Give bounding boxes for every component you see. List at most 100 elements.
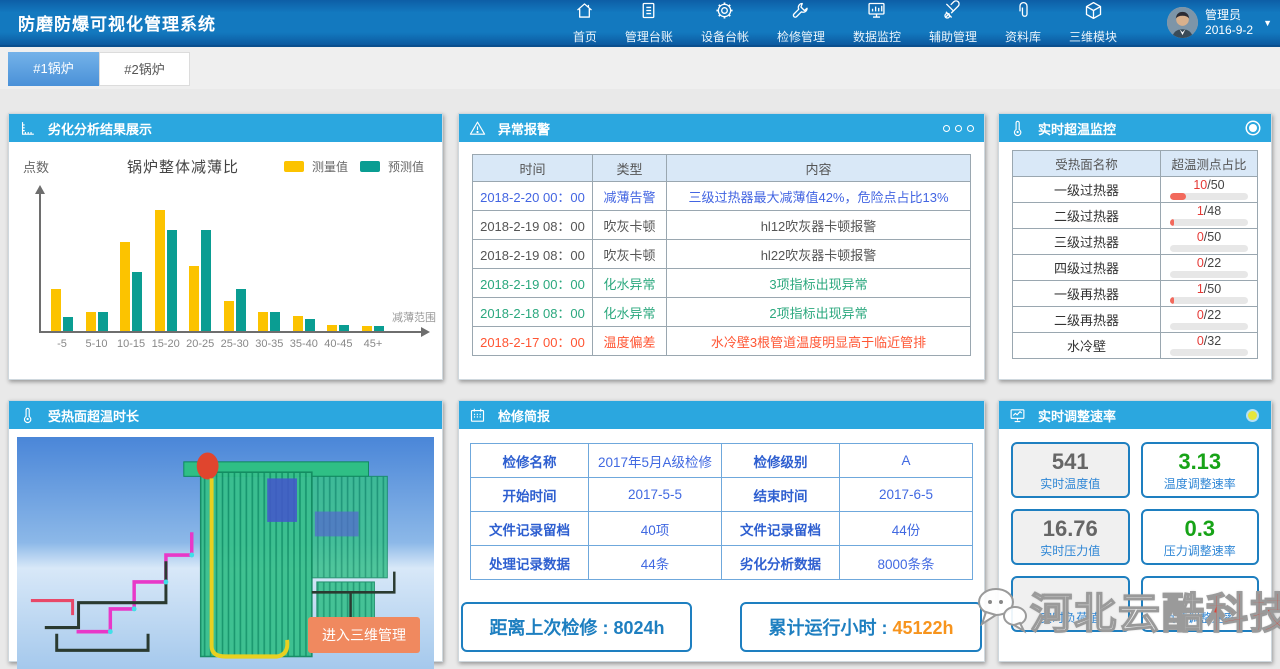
nav-item-4[interactable]: 检修管理 — [763, 0, 839, 47]
alert-triangle-icon — [469, 118, 489, 138]
more-dots-icon[interactable] — [943, 125, 974, 132]
nav-label: 设备台帐 — [701, 28, 749, 45]
ledger-icon — [638, 0, 659, 26]
card-label: 实时压力值 — [1013, 542, 1128, 559]
panel-degradation: 劣化分析结果展示 点数 锅炉整体减薄比 测量值预测值 -55-1010-1515… — [8, 113, 443, 380]
total-run-hours-button[interactable]: 累计运行小时 : 45122h — [740, 602, 981, 652]
overtemp-row[interactable]: 水冷壁0/32 — [1013, 333, 1258, 359]
bar — [236, 289, 246, 331]
home-icon — [574, 0, 595, 26]
bar-group-5-10: 5-10 — [86, 312, 108, 331]
bar-group--5: -5 — [51, 289, 73, 331]
chevron-down-icon[interactable]: ▼ — [1263, 18, 1272, 28]
overtemp-ratio: 0/22 — [1161, 307, 1258, 333]
bar — [339, 325, 349, 331]
dashboard: 劣化分析结果展示 点数 锅炉整体减薄比 测量值预测值 -55-1010-1515… — [0, 89, 1280, 662]
bar — [293, 316, 303, 331]
nav-item-5[interactable]: 数据监控 — [839, 0, 915, 47]
nav-item-7[interactable]: 资料库 — [991, 0, 1055, 47]
adjust-card-2[interactable]: 3.13温度调整速率 — [1141, 442, 1260, 498]
alarm-cell: 吹灰卡顿 — [593, 211, 667, 240]
card-value: 541 — [1013, 449, 1128, 475]
alarm-row[interactable]: 2018-2-19 00：00化水异常3项指标出现异常 — [473, 269, 971, 298]
x-axis — [39, 331, 422, 333]
thermometer-icon — [19, 405, 39, 425]
x-tick-label: 30-35 — [255, 338, 283, 350]
wrench-icon — [790, 0, 811, 26]
maintenance-value: 40项 — [589, 512, 722, 546]
overtemp-row[interactable]: 二级再热器0/22 — [1013, 307, 1258, 333]
adjust-card-6[interactable]: 负荷调整速率 — [1141, 576, 1260, 632]
user-menu[interactable]: 管理员 2016-9-2 ▼ — [1167, 7, 1272, 38]
x-tick-label: 10-15 — [117, 338, 145, 350]
alarm-cell: 2018-2-17 00：00 — [473, 327, 593, 356]
paperclip-icon — [1013, 0, 1034, 26]
nav-label: 三维模块 — [1069, 28, 1117, 45]
bar — [270, 312, 280, 331]
tab-boiler-2[interactable]: #2锅炉 — [99, 52, 190, 86]
user-name: 管理员 — [1205, 8, 1253, 23]
bar — [189, 266, 199, 331]
maintenance-label: 开始时间 — [471, 478, 589, 512]
x-tick-label: 35-40 — [290, 338, 318, 350]
panel-boiler3d-title: 受热面超温时长 — [48, 406, 139, 425]
chart-legend: 测量值预测值 — [284, 158, 428, 175]
panel-adjust-header: 实时调整速率 — [999, 401, 1271, 429]
maintenance-label: 文件记录留档 — [471, 512, 589, 546]
card-value — [1143, 583, 1258, 609]
maintenance-value: 44条 — [589, 546, 722, 580]
bar — [374, 326, 384, 331]
user-date: 2016-9-2 — [1205, 23, 1253, 38]
alarm-cell: 2018-2-20 00：00 — [473, 182, 593, 211]
overtemp-row[interactable]: 二级过热器1/48 — [1013, 203, 1258, 229]
alarm-cell: 2018-2-19 00：00 — [473, 269, 593, 298]
alarm-row[interactable]: 2018-2-19 08：00吹灰卡顿hl22吹灰器卡顿报警 — [473, 240, 971, 269]
bar — [120, 242, 130, 331]
overtemp-row[interactable]: 四级过热器0/22 — [1013, 255, 1258, 281]
enter-3d-button[interactable]: 进入三维管理 — [308, 617, 420, 653]
bar — [258, 312, 268, 331]
since-last-maintenance-button[interactable]: 距离上次检修 : 8024h — [461, 602, 692, 652]
maintenance-value: 2017-5-5 — [589, 478, 722, 512]
monitor-chart-icon — [1009, 405, 1029, 425]
nav-item-3[interactable]: 设备台帐 — [687, 0, 763, 47]
panel-boiler3d-header: 受热面超温时长 — [9, 401, 442, 429]
surface-name: 三级过热器 — [1013, 229, 1161, 255]
surface-name: 四级过热器 — [1013, 255, 1161, 281]
alarm-row[interactable]: 2018-2-18 08：00化水异常2项指标出现异常 — [473, 298, 971, 327]
overtemp-col-header: 超温测点占比 — [1161, 151, 1258, 177]
nav-item-8[interactable]: 三维模块 — [1055, 0, 1131, 47]
card-value: 0.3 — [1143, 516, 1258, 542]
x-tick-label: 5-10 — [86, 338, 108, 350]
overtemp-row[interactable]: 一级过热器10/50 — [1013, 177, 1258, 203]
alarm-cell: 化水异常 — [593, 298, 667, 327]
nav-item-1[interactable]: 首页 — [559, 0, 611, 47]
nav-item-2[interactable]: 管理台账 — [611, 0, 687, 47]
overtemp-row[interactable]: 三级过热器0/50 — [1013, 229, 1258, 255]
maintenance-buttons: 距离上次检修 : 8024h 累计运行小时 : 45122h — [459, 602, 984, 652]
alarm-row[interactable]: 2018-2-19 08：00吹灰卡顿hl12吹灰器卡顿报警 — [473, 211, 971, 240]
panel-boiler3d: 受热面超温时长 — [8, 400, 443, 662]
alarm-col-header: 内容 — [667, 155, 971, 182]
panel-degradation-header: 劣化分析结果展示 — [9, 114, 442, 142]
alarm-row[interactable]: 2018-2-20 00：00减薄告警三级过热器最大减薄值42%，危险点占比13… — [473, 182, 971, 211]
legend-label: 预测值 — [388, 158, 424, 175]
avatar — [1167, 7, 1198, 38]
adjust-card-4[interactable]: 0.3压力调整速率 — [1141, 509, 1260, 565]
status-ring-icon[interactable] — [1249, 124, 1257, 132]
adjust-card-5[interactable]: 实时负荷值 — [1011, 576, 1130, 632]
tab-boiler-1[interactable]: #1锅炉 — [8, 52, 99, 86]
alarm-cell: 水冷壁3根管道温度明显高于临近管排 — [667, 327, 971, 356]
status-yellow-dot-icon[interactable] — [1248, 411, 1257, 420]
adjust-card-1[interactable]: 541实时温度值 — [1011, 442, 1130, 498]
overtemp-row[interactable]: 一级再热器1/50 — [1013, 281, 1258, 307]
bar-group-25-30: 25-30 — [224, 289, 246, 331]
panel-maintenance: 检修简报 检修名称2017年5月A级检修检修级别A开始时间2017-5-5结束时… — [458, 400, 985, 662]
maintenance-label: 检修级别 — [722, 444, 840, 478]
adjust-card-3[interactable]: 16.76实时压力值 — [1011, 509, 1130, 565]
surface-name: 二级再热器 — [1013, 307, 1161, 333]
bar — [98, 312, 108, 331]
boiler-3d-view[interactable]: 进入三维管理 — [17, 437, 434, 669]
nav-item-6[interactable]: 辅助管理 — [915, 0, 991, 47]
alarm-row[interactable]: 2018-2-17 00：00温度偏差水冷壁3根管道温度明显高于临近管排 — [473, 327, 971, 356]
